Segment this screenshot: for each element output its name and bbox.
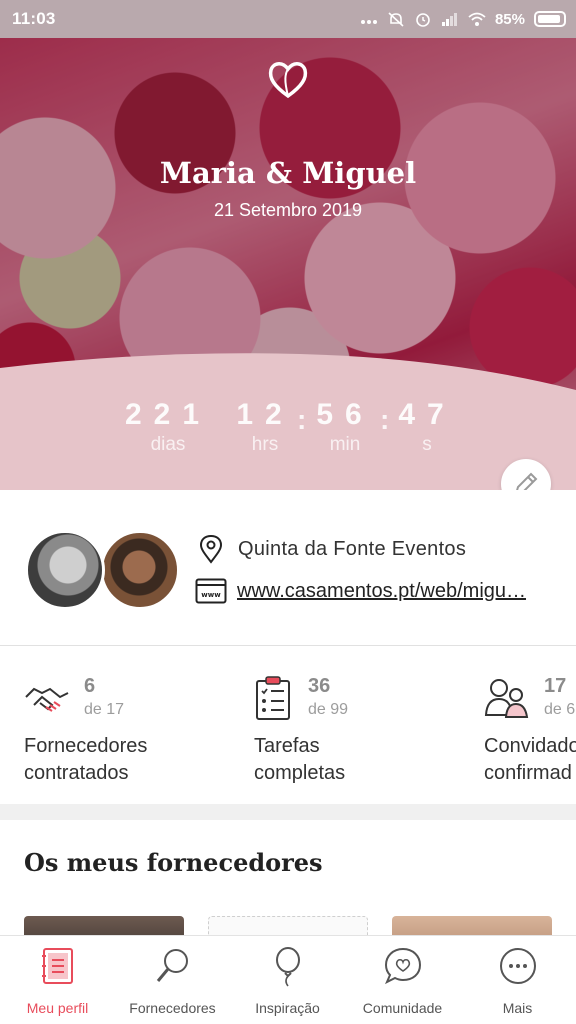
couple-names: Maria & Miguel bbox=[159, 156, 417, 190]
mute-icon bbox=[388, 12, 404, 27]
search-icon bbox=[156, 949, 188, 982]
status-bar: 11:03 85% bbox=[0, 0, 576, 38]
status-icons: 85% bbox=[360, 11, 566, 28]
venue-name: Quinta da Fonte Eventos bbox=[238, 537, 467, 560]
stat-count: 6 bbox=[84, 675, 96, 697]
stat-label-line: contratados bbox=[24, 762, 129, 784]
stats-row: 6 de 17 Fornecedores contratados 36 de 9… bbox=[0, 647, 576, 804]
nav-label: Mais bbox=[502, 1000, 533, 1016]
my-vendors-section: Os meus fornecedores bbox=[0, 820, 576, 935]
checklist-icon bbox=[256, 676, 290, 720]
hero-banner: Maria & Miguel 21 Setembro 2019 221 dias… bbox=[0, 38, 576, 490]
nav-label: Inspiração bbox=[255, 1000, 320, 1016]
nav-label: Fornecedores bbox=[129, 1000, 216, 1016]
wedding-info: Quinta da Fonte Eventos www www.casament… bbox=[0, 490, 576, 646]
venue-row[interactable]: Quinta da Fonte Eventos bbox=[198, 534, 466, 564]
stat-tasks[interactable]: 36 de 99 Tarefas completas bbox=[254, 647, 474, 804]
nav-label: Meu perfil bbox=[26, 1000, 89, 1016]
avatar[interactable] bbox=[100, 530, 180, 610]
more-icon bbox=[499, 948, 536, 984]
countdown-minutes-label: min bbox=[329, 434, 361, 455]
stat-label: Fornecedores contratados bbox=[24, 733, 147, 787]
chat-heart-icon bbox=[384, 947, 421, 985]
stat-total: de 6 bbox=[544, 701, 576, 718]
stat-label: Convidado confirmad bbox=[484, 733, 576, 787]
vendor-card[interactable] bbox=[24, 916, 184, 935]
wedding-date: 21 Setembro 2019 bbox=[213, 200, 363, 220]
countdown-seconds: 47 s bbox=[392, 398, 462, 456]
status-time: 11:03 bbox=[12, 9, 56, 28]
stat-guests[interactable]: 17 de 6 Convidado confirmad bbox=[484, 647, 576, 804]
countdown-days-label: dias bbox=[150, 434, 186, 455]
stat-count: 17 bbox=[544, 675, 567, 697]
bottom-navigation: Meu perfil Fornecedores Inspiração Comun… bbox=[0, 935, 576, 1024]
battery-percent: 85% bbox=[494, 10, 525, 28]
stat-label-line: Convidado bbox=[484, 735, 576, 757]
stat-label-line: completas bbox=[254, 762, 346, 784]
section-title: Os meus fornecedores bbox=[24, 848, 323, 877]
countdown-minutes-value: 56 bbox=[316, 398, 374, 431]
nav-my-profile[interactable]: Meu perfil bbox=[0, 936, 115, 1024]
countdown-separator: : bbox=[297, 404, 307, 435]
website-link[interactable]: www.casamentos.pt/web/migu… bbox=[237, 580, 547, 603]
alarm-icon bbox=[416, 13, 430, 27]
countdown-days-value: 221 bbox=[124, 398, 212, 431]
countdown-days: 221 dias bbox=[118, 398, 218, 456]
nav-more[interactable]: Mais bbox=[460, 936, 575, 1024]
nav-label: Comunidade bbox=[362, 1000, 443, 1016]
stat-label-line: confirmad bbox=[484, 762, 572, 784]
stat-count: 36 bbox=[308, 675, 331, 697]
battery-icon bbox=[534, 11, 566, 27]
website-row[interactable]: www www.casamentos.pt/web/migu… bbox=[195, 578, 547, 604]
web-browser-icon: www bbox=[195, 578, 227, 604]
signal-icon bbox=[441, 13, 457, 26]
vendor-card[interactable] bbox=[208, 916, 368, 935]
notebook-icon bbox=[41, 948, 73, 984]
stat-label: Tarefas completas bbox=[254, 733, 345, 787]
stat-vendors[interactable]: 6 de 17 Fornecedores contratados bbox=[24, 647, 244, 804]
section-divider bbox=[0, 804, 576, 820]
balloon-icon bbox=[275, 947, 300, 987]
stat-label-line: Tarefas bbox=[254, 735, 320, 757]
svg-text:www: www bbox=[201, 591, 221, 599]
handshake-icon bbox=[25, 687, 69, 712]
countdown-hours-value: 12 bbox=[236, 398, 294, 431]
avatar[interactable] bbox=[25, 530, 105, 610]
location-pin-icon bbox=[199, 534, 223, 564]
countdown: 221 dias 12 hrs : 56 min : 47 s bbox=[0, 398, 576, 478]
heart-icon bbox=[268, 62, 308, 99]
countdown-seconds-value: 47 bbox=[398, 398, 456, 431]
countdown-seconds-label: s bbox=[422, 434, 432, 455]
nav-vendors[interactable]: Fornecedores bbox=[115, 936, 230, 1024]
countdown-hours: 12 hrs bbox=[230, 398, 300, 456]
countdown-separator: : bbox=[380, 404, 390, 435]
more-dots-icon bbox=[360, 20, 377, 24]
stat-total: de 99 bbox=[308, 701, 349, 718]
countdown-hours-label: hrs bbox=[251, 434, 279, 455]
stat-label-line: Fornecedores bbox=[24, 735, 148, 757]
vendor-card[interactable] bbox=[392, 916, 552, 935]
nav-inspiration[interactable]: Inspiração bbox=[230, 936, 345, 1024]
wifi-icon bbox=[468, 12, 486, 26]
nav-community[interactable]: Comunidade bbox=[345, 936, 460, 1024]
guests-icon bbox=[484, 679, 529, 718]
stat-total: de 17 bbox=[84, 701, 125, 718]
countdown-minutes: 56 min bbox=[310, 398, 380, 456]
